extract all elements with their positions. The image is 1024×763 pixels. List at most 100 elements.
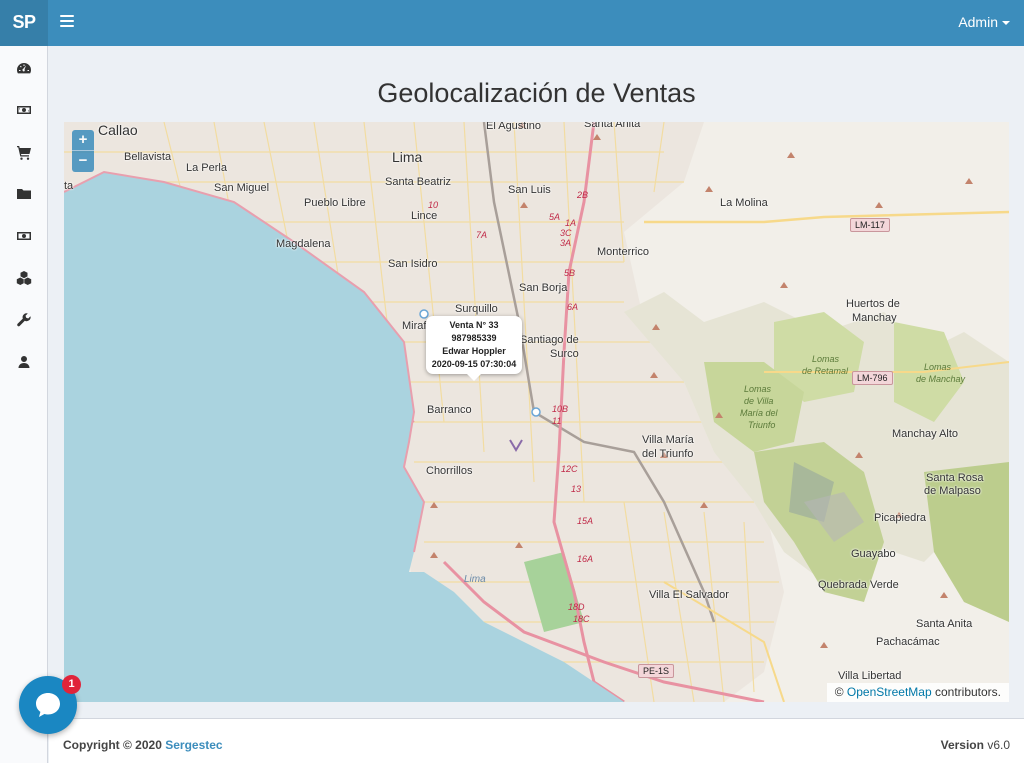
money-icon [17,106,31,114]
version-label: Version [940,738,984,752]
road-shield: LM-117 [850,218,890,232]
road-label: 18C [573,614,590,624]
road-label: 3A [560,238,572,248]
chat-bubble-icon [36,693,60,717]
version-number: v6.0 [987,738,1010,752]
popup-tip [467,374,481,381]
map-label: Santa Anita [584,122,641,130]
road-label: 18D [568,602,585,612]
road-label: 11 [552,416,562,426]
map-label: de Retamal [802,366,849,376]
road-label: 2B [577,190,589,200]
map-label: Picapiedra [874,512,926,524]
map-label: Santa Anita [916,618,973,630]
sidebar-item-productos[interactable] [0,260,48,296]
sidebar-item-dashboard[interactable] [0,50,48,86]
map-label: Callao [98,122,138,138]
map-label: Lomas [924,362,952,372]
map-label: Manchay [852,312,897,324]
map-label: Lomas [812,354,840,364]
page-title: Geolocalización de Ventas [377,78,696,108]
map-label: San Miguel [214,182,270,194]
attribution-suffix: contributors. [934,685,1001,699]
zoom-out-button[interactable]: − [72,151,94,172]
map-label: ta [64,180,74,192]
copyright: Copyright © 2020 Sergestec [63,738,223,752]
version-info: Version v6.0 [941,738,1010,752]
user-menu[interactable]: Admin [958,0,1010,46]
road-shield: LM-796 [852,371,893,385]
map-attribution: © OpenStreetMap contributors. [826,683,1009,702]
road-label: 5A [549,212,561,222]
map-label: Manchay Alto [892,428,959,440]
map-label: Triunfo [748,420,776,430]
sidebar-item-configuracion[interactable] [0,302,48,338]
main-content: Geolocalización de Ventas Callao ta Bell… [49,46,1024,718]
footer: Copyright © 2020 Sergestec Version v6.0 [49,718,1024,763]
road-label: 10 [428,200,439,210]
chat-notification-badge: 1 [62,675,81,694]
map-label: Villa El Salvador [649,589,729,601]
road-label: 13 [571,484,582,494]
road-label: 1A [565,218,577,228]
sidebar-item-compras[interactable] [0,134,48,170]
map-label: Quebrada Verde [818,579,899,591]
map-label: Lima [392,149,423,165]
map-label: San Borja [519,282,568,294]
caret-down-icon [1002,21,1010,26]
map-label: Pueblo Libre [304,197,366,209]
folder-icon [17,189,31,199]
map-label: Santa Rosa [926,472,984,484]
road-label: 5B [564,268,576,278]
user-icon [18,356,30,368]
map-label: Barranco [427,404,472,416]
sidebar-item-pagos[interactable] [0,218,48,254]
map-label: de Malpaso [924,485,981,497]
map-label: La Perla [186,162,227,174]
attribution-prefix: © [834,685,844,699]
osm-link[interactable]: OpenStreetMap [847,685,932,699]
road-label: 3C [560,228,572,238]
map-label: del Triunfo [642,448,694,460]
map-label: Santiago de [520,334,579,346]
popup-customer: Edwar Hoppler [442,346,506,356]
map-label: Monterrico [597,246,649,258]
map-label: Pachacámac [876,636,940,648]
popup-sale-number: Venta N° 33 [449,320,499,330]
menu-toggle-icon[interactable] [60,15,74,29]
road-label: 12C [561,464,578,474]
cart-icon [17,146,31,160]
sidebar-item-usuarios[interactable] [0,344,48,380]
map-label: Magdalena [276,238,331,250]
zoom-control: + − [72,130,94,172]
road-label: 16A [577,554,594,564]
map-label: Surquillo [455,303,498,315]
road-label: 7A [476,230,488,240]
map-label: Chorrillos [426,465,473,477]
popup-datetime: 2020-09-15 07:30:04 [431,359,517,369]
sidebar-item-ventas[interactable] [0,92,48,128]
sale-popup[interactable]: Venta N° 33 987985339 Edwar Hoppler 2020… [426,316,522,381]
road-label: 6A [567,302,579,312]
cubes-icon [16,271,32,285]
top-navbar: SP Admin [0,0,1024,46]
wrench-icon [17,313,31,327]
road-shield: PE-1S [638,664,675,678]
map-label: Santa Beatriz [385,176,452,188]
sidebar-item-archivos[interactable] [0,176,48,212]
zoom-in-button[interactable]: + [72,130,94,151]
map-label: La Molina [720,197,768,209]
map-label: Villa Libertad [838,670,902,682]
map-label: Bellavista [124,151,172,163]
popup-phone: 987985339 [451,333,497,343]
map-label: El Agustino [486,122,542,132]
map-label: San Luis [508,184,551,196]
brand-logo[interactable]: SP [0,0,48,46]
copyright-text: Copyright © 2020 [63,738,162,752]
map-label: Surco [550,348,579,360]
user-name: Admin [958,14,998,30]
map-label: María del [740,408,778,418]
sales-map[interactable]: Callao ta Bellavista La Perla San Miguel… [64,122,1009,702]
company-link[interactable]: Sergestec [165,738,222,752]
map-label: de Manchay [916,374,966,384]
